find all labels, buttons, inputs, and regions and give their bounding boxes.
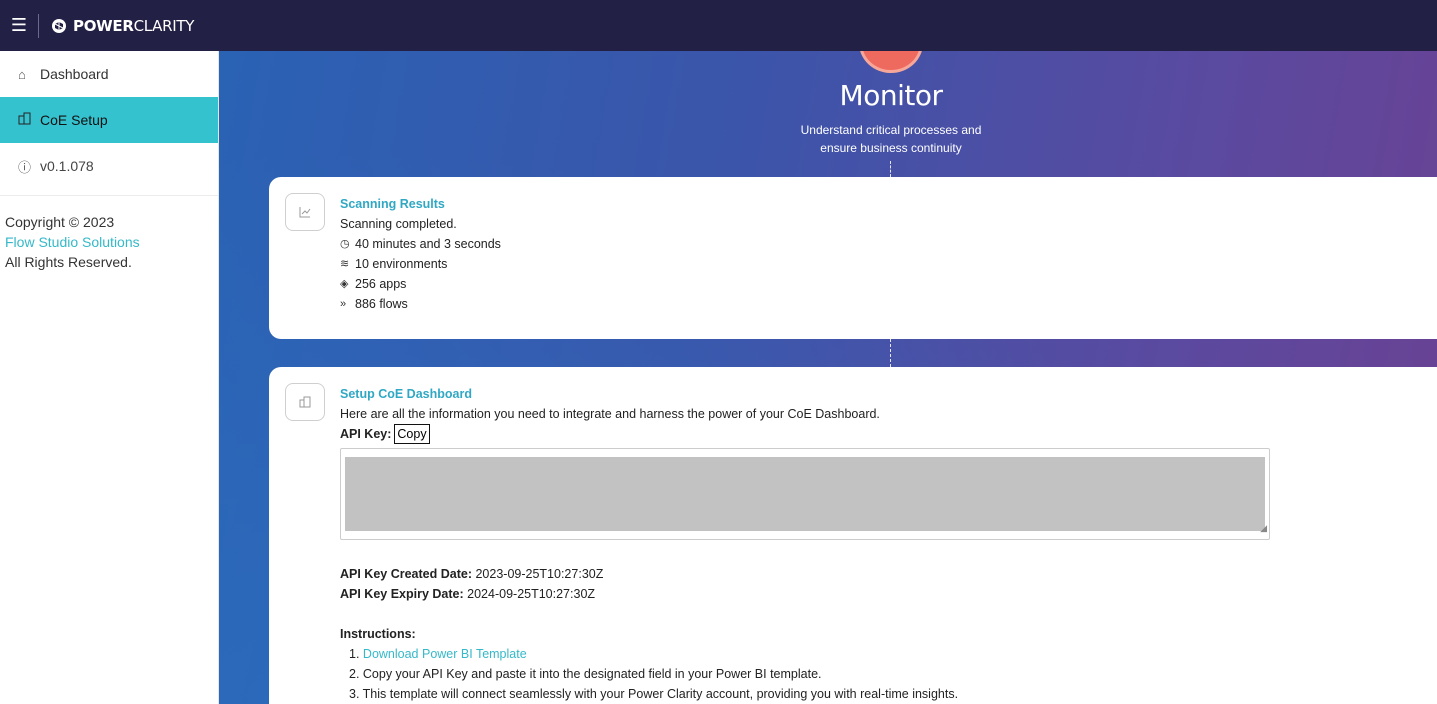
company-link[interactable]: Flow Studio Solutions xyxy=(5,232,218,252)
created-date-label: API Key Created Date: xyxy=(340,567,472,581)
building-icon xyxy=(18,112,40,128)
apps-icon: ◈ xyxy=(340,278,349,290)
expiry-date-value: 2024-09-25T10:27:30Z xyxy=(467,587,596,601)
scan-status: Scanning completed. xyxy=(340,217,457,231)
scan-flows: 886 flows xyxy=(355,297,408,311)
card-description: Here are all the information you need to… xyxy=(340,407,880,421)
brand-bold: POWER xyxy=(73,16,134,35)
download-template-link[interactable]: Download Power BI Template xyxy=(363,647,527,661)
home-icon: ⌂ xyxy=(18,66,26,82)
instruction-step-3: 3. This template will connect seamlessly… xyxy=(349,687,959,701)
resize-handle-icon[interactable]: ◢ xyxy=(1260,518,1267,538)
hero-title: Monitor xyxy=(839,79,943,112)
building-icon xyxy=(285,383,325,421)
instruction-step-2: 2. Copy your API Key and paste it into t… xyxy=(349,667,822,681)
info-icon: ⓘ xyxy=(18,159,32,175)
top-bar: ☰ POWER CLARITY xyxy=(0,0,1437,51)
sidebar-item-label: v0.1.078 xyxy=(40,158,94,174)
instructions-label: Instructions: xyxy=(340,627,416,641)
rights-text: All Rights Reserved. xyxy=(5,254,132,270)
sidebar-item-coe-setup[interactable]: CoE Setup xyxy=(0,97,218,143)
sidebar-item-label: CoE Setup xyxy=(40,112,108,128)
connector-line xyxy=(890,161,891,177)
chart-icon xyxy=(285,193,325,231)
card-title: Setup CoE Dashboard xyxy=(340,387,472,401)
hamburger-menu-icon[interactable]: ☰ xyxy=(0,0,38,51)
created-date-value: 2023-09-25T10:27:30Z xyxy=(475,567,604,581)
clock-icon: ◷ xyxy=(340,238,350,250)
instructions-block: Instructions: 1. Download Power BI Templ… xyxy=(340,624,1270,704)
connector-line xyxy=(890,339,891,367)
copyright-block: Copyright © 2023 Flow Studio Solutions A… xyxy=(0,196,218,272)
brand-logo[interactable]: POWER CLARITY xyxy=(51,17,194,35)
api-key-label: API Key: xyxy=(340,427,392,441)
card-title: Scanning Results xyxy=(340,197,445,211)
sidebar-item-dashboard[interactable]: ⌂ Dashboard xyxy=(0,51,218,97)
api-key-field[interactable]: ◢ xyxy=(340,448,1270,540)
sidebar: ⌂ Dashboard CoE Setup ⓘ v0.1.078 Copyrig… xyxy=(0,51,219,704)
scan-apps: 256 apps xyxy=(355,277,407,291)
expiry-date-label: API Key Expiry Date: xyxy=(340,587,464,601)
scan-duration: 40 minutes and 3 seconds xyxy=(355,237,501,251)
instruction-step-1: 1. Download Power BI Template xyxy=(349,647,527,661)
scanning-results-card: Scanning Results Scanning completed. ◷ 40… xyxy=(269,177,1437,339)
main-content: Monitor Understand critical processes an… xyxy=(219,51,1437,704)
sidebar-item-version[interactable]: ⓘ v0.1.078 xyxy=(0,143,218,189)
sidebar-item-label: Dashboard xyxy=(40,66,109,82)
scan-environments: 10 environments xyxy=(355,257,448,271)
flows-icon: » xyxy=(340,298,347,310)
layers-icon: ≋ xyxy=(340,258,350,270)
coe-setup-card: Setup CoE Dashboard Here are all the inf… xyxy=(269,367,1437,704)
copyright-text: Copyright © 2023 xyxy=(5,214,115,230)
brand-light: CLARITY xyxy=(133,16,195,35)
divider xyxy=(38,13,39,38)
hero-subtitle: Understand critical processes and ensure… xyxy=(800,123,982,155)
logo-icon xyxy=(52,18,66,33)
api-key-value xyxy=(345,457,1265,531)
copy-button[interactable]: Copy xyxy=(394,424,430,444)
